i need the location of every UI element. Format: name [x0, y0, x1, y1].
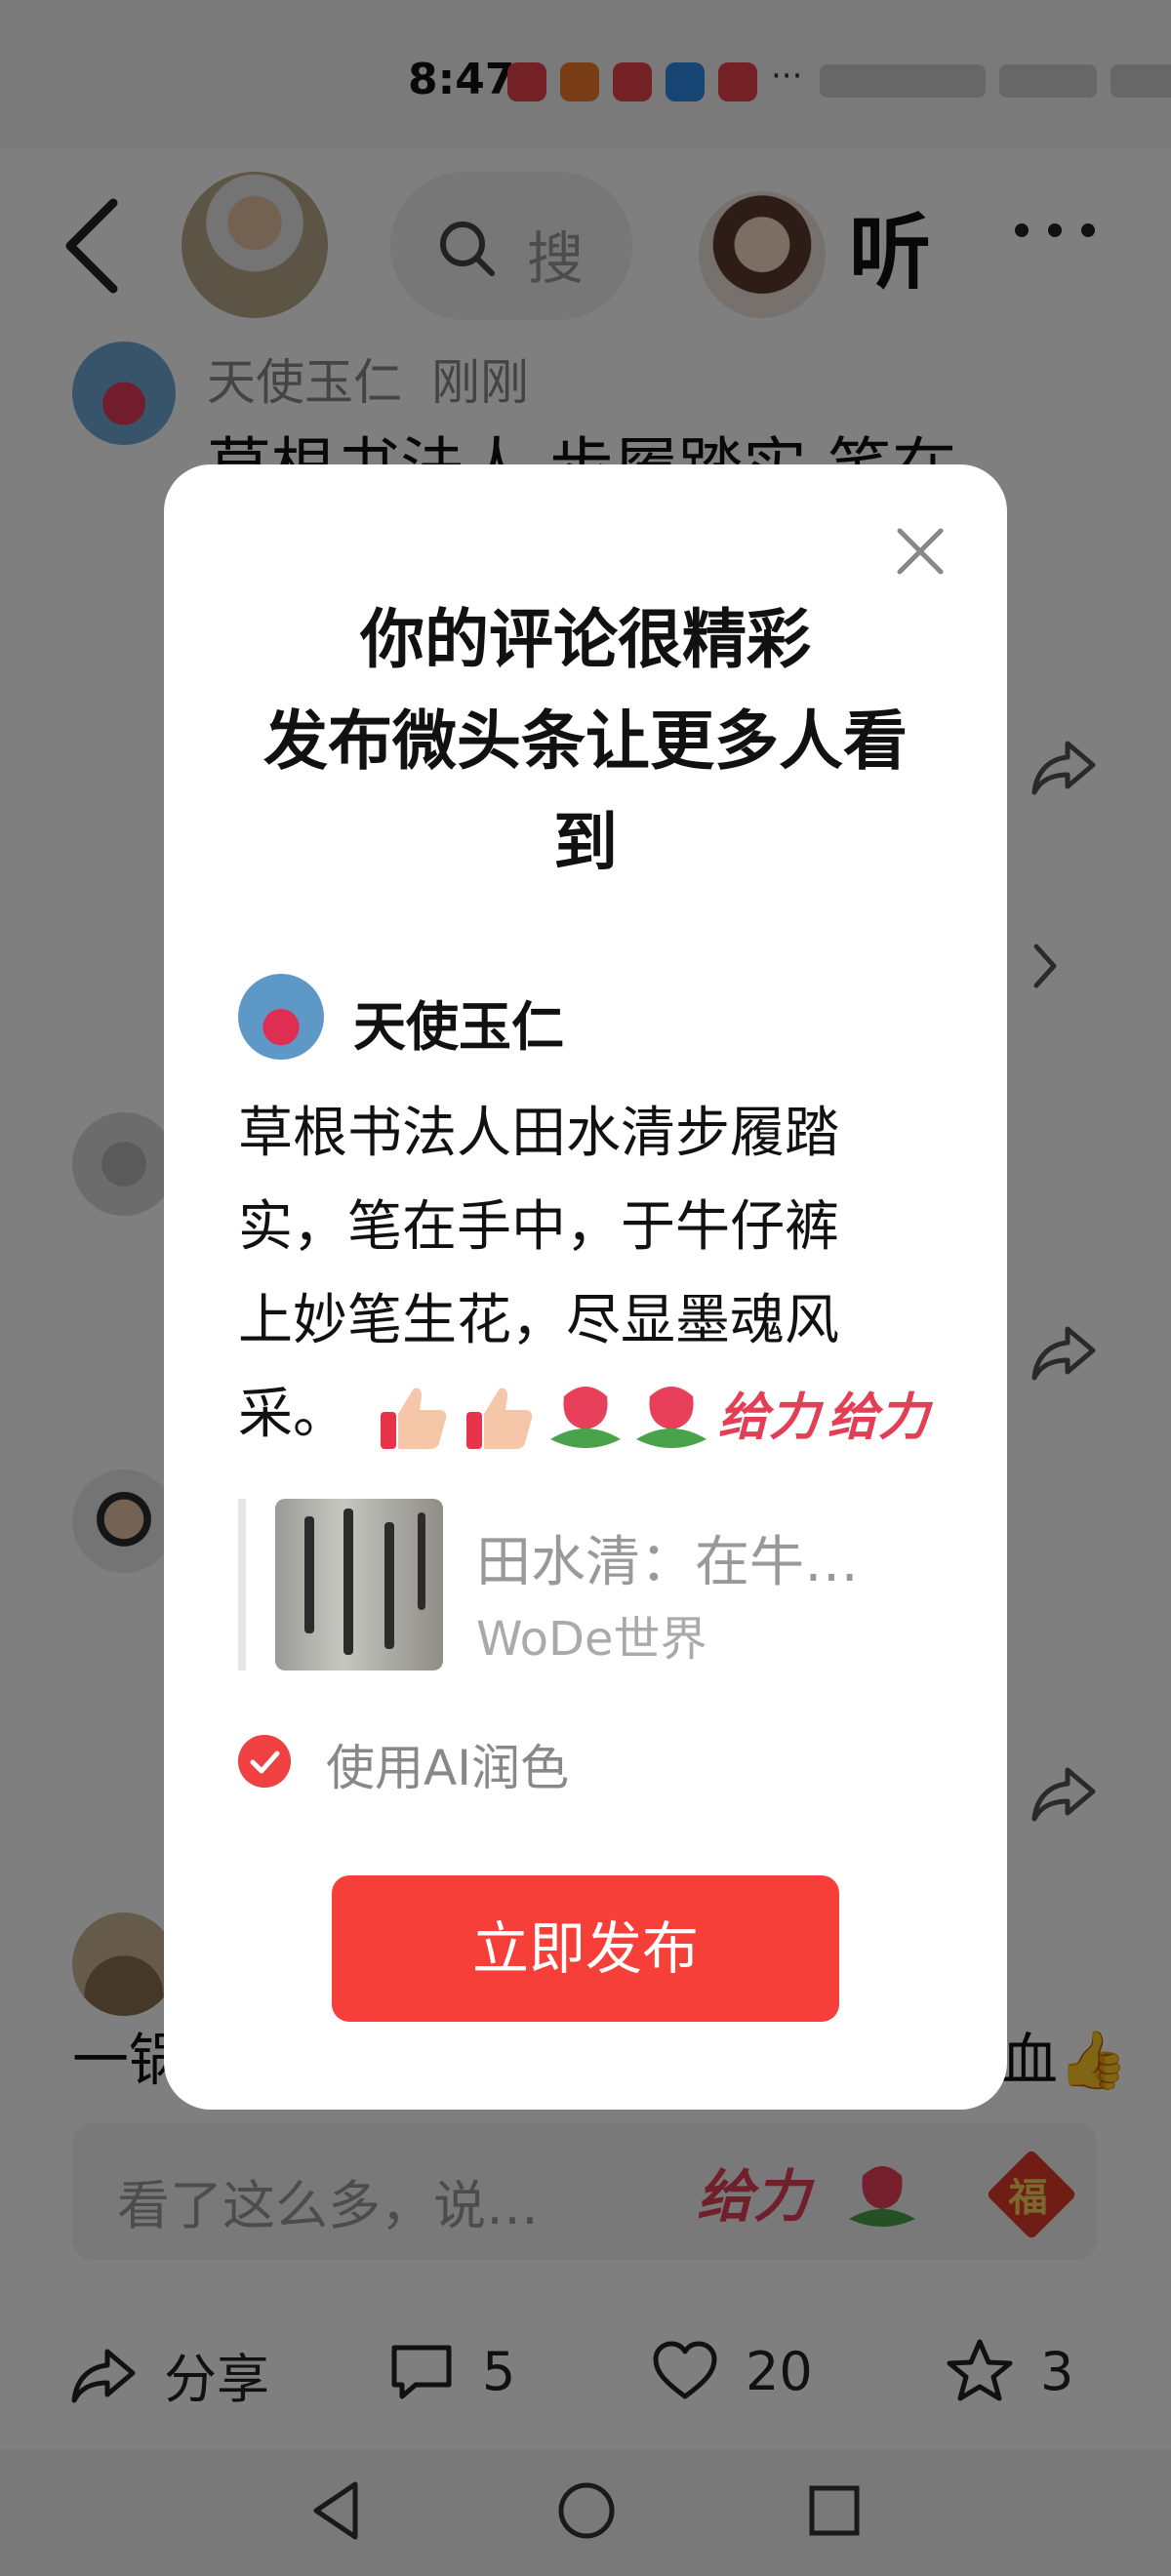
quoted-article[interactable]: 田水清：在牛… WoDe世界: [238, 1499, 921, 1670]
post-author-name: 天使玉仁: [353, 996, 564, 1058]
geili-sticker: 给力: [827, 1388, 929, 1447]
dialog-title: 你的评论很精彩 发布微头条让更多人看 到: [222, 589, 949, 894]
avatar: [238, 974, 324, 1060]
post-text-line: 上妙笔生花，尽显墨魂风: [238, 1289, 839, 1352]
post-text-line: 草根书法人田水清步履踏: [238, 1102, 839, 1165]
dialog-title-line: 到: [553, 805, 618, 880]
quoted-article-title: 田水清：在牛…: [476, 1531, 859, 1594]
checkmark-icon[interactable]: [238, 1735, 291, 1788]
close-icon[interactable]: [894, 525, 947, 578]
publish-dialog: 你的评论很精彩 发布微头条让更多人看 到 天使玉仁 草根书法人田水清步履踏 实，…: [164, 464, 1007, 2110]
quoted-article-source: WoDe世界: [476, 1612, 707, 1667]
thumbs-up-icon: [465, 1388, 533, 1449]
post-text: 草根书法人田水清步履踏 实，笔在手中，于牛仔裤 上妙笔生花，尽显墨魂风 采。 给…: [238, 1087, 929, 1465]
tulip-icon: [635, 1386, 707, 1448]
thumbs-up-icon: [380, 1388, 447, 1449]
post-text-line: 采。 给力 给力: [238, 1368, 929, 1465]
publish-button[interactable]: 立即发布: [332, 1875, 839, 2022]
dialog-title-line: 发布微头条让更多人看: [263, 704, 908, 779]
ai-polish-label: 使用AI润色: [326, 1740, 569, 1796]
article-thumbnail: [275, 1499, 443, 1670]
post-text-line: 实，笔在手中，于牛仔裤: [238, 1195, 839, 1259]
post-text-end: 采。: [238, 1383, 347, 1446]
dialog-title-line: 你的评论很精彩: [360, 602, 811, 677]
tulip-icon: [549, 1386, 621, 1448]
emoji-row: 给力 给力: [375, 1371, 929, 1465]
geili-sticker: 给力: [717, 1388, 820, 1447]
